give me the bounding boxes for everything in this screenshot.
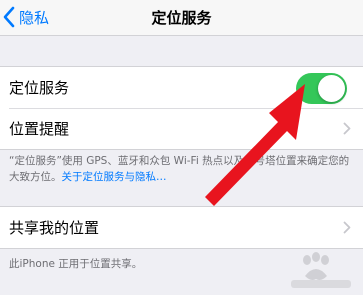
chevron-right-icon bbox=[343, 122, 351, 135]
share-location-row[interactable]: 共享我的位置 bbox=[0, 207, 363, 248]
location-alerts-row[interactable]: 位置提醒 bbox=[0, 108, 363, 149]
share-location-group: 共享我的位置 bbox=[0, 206, 363, 249]
share-location-label: 共享我的位置 bbox=[9, 219, 100, 237]
toggle-knob bbox=[318, 75, 345, 102]
page-title: 定位服务 bbox=[151, 9, 212, 27]
location-settings-group: 定位服务 位置提醒 bbox=[0, 66, 363, 150]
description-text: “定位服务”使用 GPS、蓝牙和众包 Wi-Fi 热点以及信号塔位置来确定您的大… bbox=[9, 155, 350, 183]
location-alerts-label: 位置提醒 bbox=[9, 120, 70, 138]
chevron-right-icon bbox=[343, 221, 351, 234]
location-services-label: 定位服务 bbox=[9, 79, 70, 97]
location-services-description: “定位服务”使用 GPS、蓝牙和众包 Wi-Fi 热点以及信号塔位置来确定您的大… bbox=[9, 153, 359, 185]
location-services-row: 定位服务 bbox=[0, 67, 363, 108]
location-services-toggle[interactable] bbox=[296, 73, 347, 104]
baidu-watermark-logo bbox=[291, 252, 351, 288]
about-privacy-link[interactable]: 关于定位服务与隐私… bbox=[62, 171, 167, 183]
navigation-bar: 隐私 定位服务 bbox=[0, 0, 363, 36]
